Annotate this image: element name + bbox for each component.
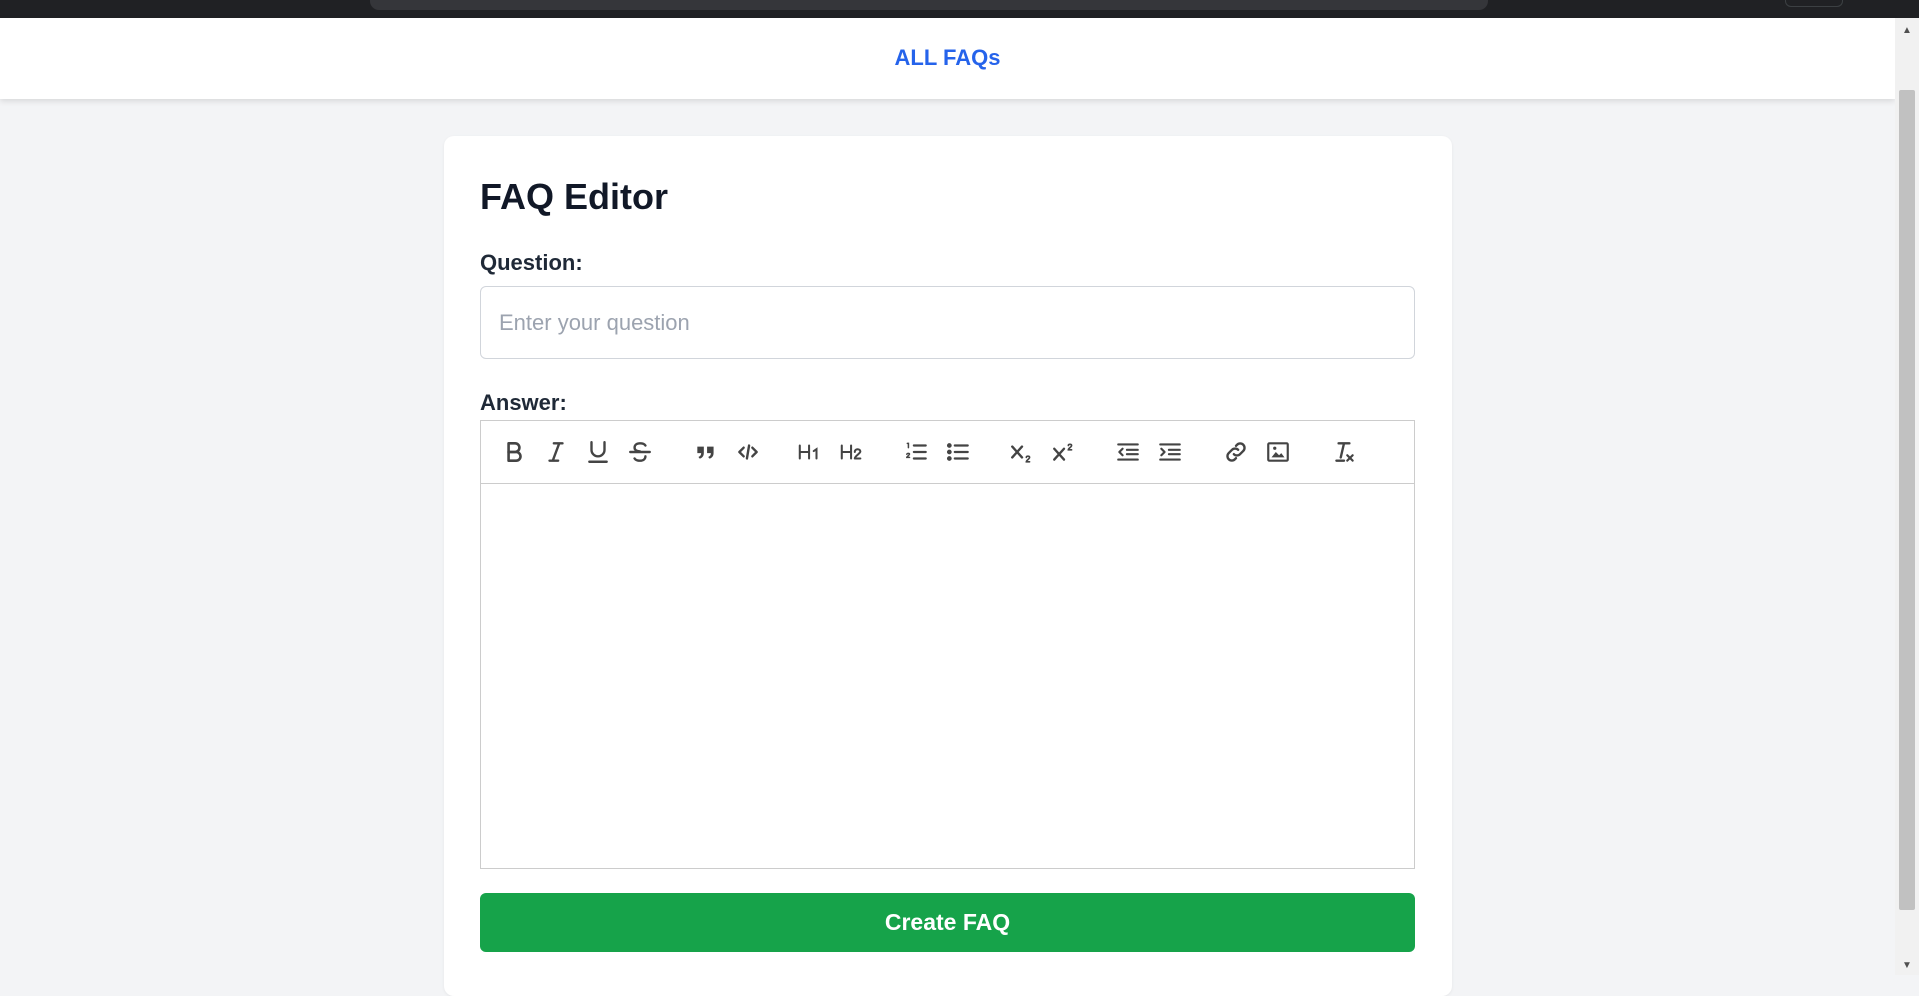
- top-navbar: ALL FAQs: [0, 18, 1895, 99]
- superscript-icon[interactable]: [1047, 435, 1081, 469]
- question-label: Question:: [480, 250, 583, 275]
- clear-format-icon[interactable]: [1327, 435, 1361, 469]
- subscript-icon[interactable]: [1005, 435, 1039, 469]
- browser-address-bar[interactable]: [370, 0, 1488, 10]
- code-block-icon[interactable]: [731, 435, 765, 469]
- scroll-thumb[interactable]: [1899, 90, 1915, 910]
- ordered-list-icon[interactable]: [899, 435, 933, 469]
- answer-editor[interactable]: [480, 484, 1415, 869]
- underline-icon[interactable]: [581, 435, 615, 469]
- heading-1-icon[interactable]: [793, 435, 827, 469]
- image-icon[interactable]: [1261, 435, 1295, 469]
- scroll-up-arrow-icon[interactable]: ▲: [1895, 20, 1919, 40]
- italic-icon[interactable]: [539, 435, 573, 469]
- outdent-icon[interactable]: [1111, 435, 1145, 469]
- create-faq-button[interactable]: Create FAQ: [480, 893, 1415, 952]
- editor-toolbar: [480, 420, 1415, 484]
- indent-icon[interactable]: [1153, 435, 1187, 469]
- heading-2-icon[interactable]: [835, 435, 869, 469]
- browser-top-bar: [0, 0, 1919, 18]
- question-input[interactable]: [480, 286, 1415, 359]
- all-faqs-link[interactable]: ALL FAQs: [0, 45, 1895, 71]
- blockquote-icon[interactable]: [689, 435, 723, 469]
- bullet-list-icon[interactable]: [941, 435, 975, 469]
- browser-control-button[interactable]: [1785, 0, 1843, 7]
- bold-icon[interactable]: [497, 435, 531, 469]
- page-title: FAQ Editor: [480, 176, 668, 217]
- link-icon[interactable]: [1219, 435, 1253, 469]
- page-scrollbar[interactable]: ▲ ▼: [1895, 18, 1919, 975]
- strikethrough-icon[interactable]: [623, 435, 657, 469]
- answer-label: Answer:: [480, 390, 567, 415]
- scroll-down-arrow-icon[interactable]: ▼: [1895, 955, 1919, 975]
